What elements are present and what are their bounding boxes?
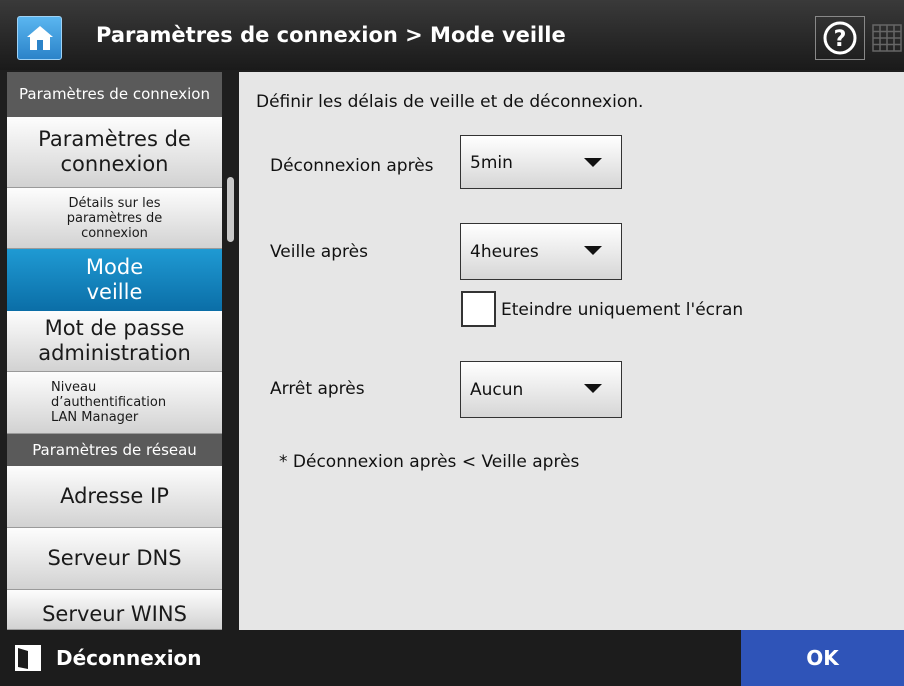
sidebar-category-label: Paramètres de connexion	[19, 85, 210, 103]
sidebar-item-wins-server[interactable]: Serveur WINS	[7, 590, 222, 630]
sidebar-item-label: Mot de passe administration	[38, 316, 191, 365]
logout-button[interactable]: Déconnexion	[14, 644, 202, 672]
sleep-after-select[interactable]: 4heures	[460, 223, 622, 280]
sidebar-item-label: Mode veille	[85, 255, 144, 304]
help-button[interactable]: ?	[815, 16, 865, 60]
sidebar-item-label: Niveau d’authentification LAN Manager	[51, 380, 167, 425]
ok-button[interactable]: OK	[741, 630, 904, 686]
intro-text: Définir les délais de veille et de décon…	[256, 92, 644, 112]
dropdown-arrow-icon	[584, 384, 602, 393]
settings-panel: Définir les délais de veille et de décon…	[239, 72, 904, 630]
shutdown-after-select[interactable]: Aucun	[460, 361, 622, 418]
screen-off-only-checkbox[interactable]	[461, 291, 496, 327]
sidebar-item-admin-password[interactable]: Mot de passe administration	[7, 311, 222, 372]
header-bar: Paramètres de connexion > Mode veille ?	[0, 0, 904, 70]
shutdown-after-value: Aucun	[470, 380, 524, 400]
sidebar-item-sleep-mode[interactable]: Mode veille	[7, 249, 222, 311]
sidebar-item-ip-address[interactable]: Adresse IP	[7, 466, 222, 528]
page-title: Paramètres de connexion > Mode veille	[96, 23, 566, 47]
screen-off-only-label[interactable]: Eteindre uniquement l'écran	[501, 300, 743, 320]
keyboard-icon	[872, 24, 902, 52]
sidebar: Paramètres de connexion Paramètres de co…	[7, 72, 222, 630]
ok-label: OK	[806, 646, 839, 670]
dropdown-arrow-icon	[584, 158, 602, 167]
sidebar-item-dns-server[interactable]: Serveur DNS	[7, 528, 222, 590]
sidebar-item-label: Serveur DNS	[47, 546, 182, 570]
shutdown-after-label: Arrêt après	[270, 379, 365, 399]
help-icon: ?	[823, 21, 857, 55]
footer-bar: Déconnexion OK	[0, 630, 904, 686]
sleep-after-label: Veille après	[270, 242, 368, 262]
svg-text:?: ?	[834, 27, 847, 52]
logout-after-label: Déconnexion après	[270, 156, 434, 176]
logout-after-value: 5min	[470, 153, 513, 173]
sidebar-scrollbar[interactable]	[224, 72, 237, 630]
logout-after-select[interactable]: 5min	[460, 135, 622, 189]
keyboard-button[interactable]	[867, 16, 904, 60]
constraint-note: * Déconnexion après < Veille après	[279, 452, 580, 472]
sidebar-scrollbar-thumb[interactable]	[227, 177, 234, 242]
logout-icon	[15, 645, 41, 671]
home-button[interactable]	[17, 16, 62, 60]
sleep-after-value: 4heures	[470, 242, 539, 262]
sidebar-item-label: Adresse IP	[60, 484, 169, 508]
sidebar-item-connection-details[interactable]: Détails sur les paramètres de connexion	[7, 188, 222, 249]
sidebar-item-lan-manager[interactable]: Niveau d’authentification LAN Manager	[7, 372, 222, 434]
logout-label: Déconnexion	[56, 646, 202, 670]
sidebar-item-label: Serveur WINS	[42, 602, 187, 626]
dropdown-arrow-icon	[584, 246, 602, 255]
sidebar-item-connection-settings[interactable]: Paramètres de connexion	[7, 117, 222, 188]
sidebar-item-label: Paramètres de connexion	[38, 127, 191, 176]
sidebar-item-label: Détails sur les paramètres de connexion	[66, 195, 163, 241]
home-icon	[27, 26, 53, 50]
sidebar-category-connection: Paramètres de connexion	[7, 72, 222, 117]
sidebar-category-label: Paramètres de réseau	[32, 440, 197, 459]
sidebar-category-network: Paramètres de réseau	[7, 434, 222, 466]
